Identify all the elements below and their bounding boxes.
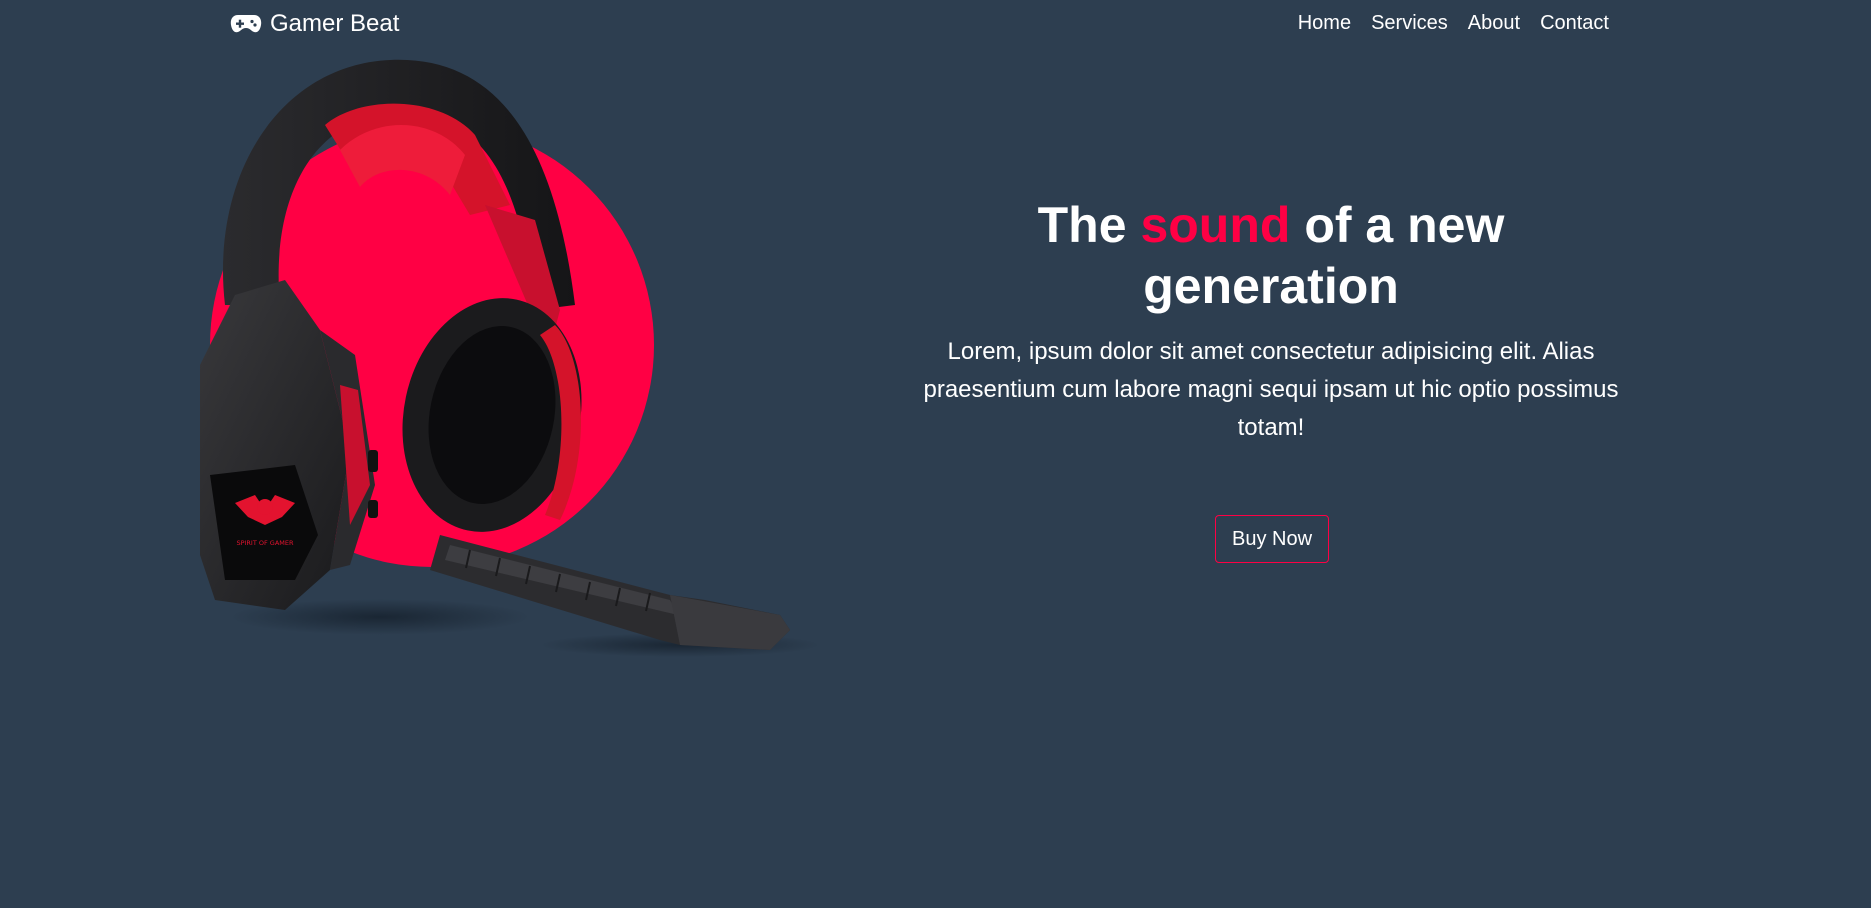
nav-item-home: Home [1298,12,1351,35]
hero-title-accent-word: sound [1140,197,1291,253]
nav-links: Home Services About Contact [1298,12,1609,35]
spirit-of-gamer-logo-text: SPIRIT OF GAMER [236,539,294,547]
nav-link-about[interactable]: About [1468,12,1520,34]
microphone-tip [670,595,790,650]
headset-side-jack [368,500,378,518]
brand-link[interactable]: Gamer Beat [230,10,399,38]
nav-link-services[interactable]: Services [1371,12,1448,34]
nav-link-contact[interactable]: Contact [1540,12,1609,34]
nav-item-services: Services [1371,12,1448,35]
hero-title-start: The [1037,197,1141,253]
nav-item-contact: Contact [1540,12,1609,35]
gaming-headset-image: SPIRIT OF GAMER [200,59,820,657]
gamepad-icon [230,15,262,33]
brand-name: Gamer Beat [270,10,400,37]
nav-item-about: About [1468,12,1520,35]
hero-description: Lorem, ipsum dolor sit amet consectetur … [923,338,1619,441]
nav-link-home[interactable]: Home [1298,12,1351,34]
buy-now-button[interactable]: Buy Now [1215,515,1329,563]
landing-page: Gamer Beat Home Services About Contact S… [0,0,1871,908]
navbar: Gamer Beat Home Services About Contact [0,0,1871,50]
hero-title: The sound of a new generation [920,195,1622,317]
hero-text-block: The sound of a new generation Lorem, ips… [920,195,1622,447]
headset-side-button [368,450,378,472]
